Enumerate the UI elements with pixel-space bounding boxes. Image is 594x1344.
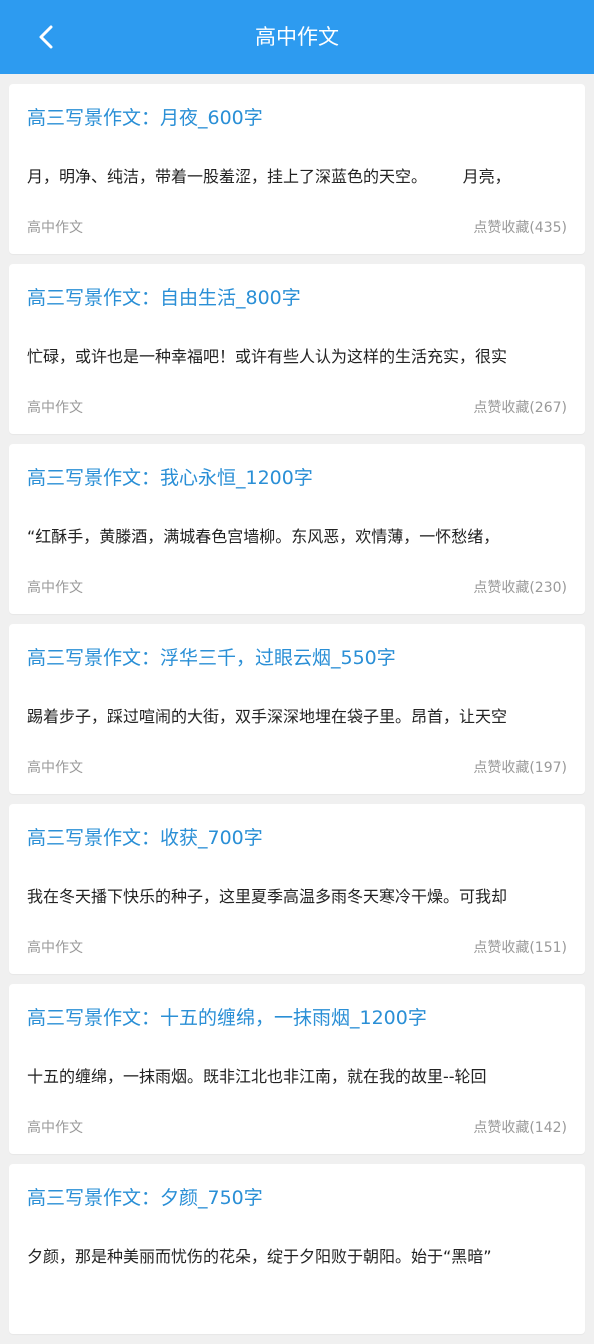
- article-category: 高中作文: [27, 1120, 83, 1136]
- article-card[interactable]: 高三写景作文：浮华三千，过眼云烟_550字 踢着步子，踩过喧闹的大街，双手深深地…: [9, 624, 585, 794]
- article-title[interactable]: 高三写景作文：自由生活_800字: [27, 283, 573, 310]
- article-title[interactable]: 高三写景作文：夕颜_750字: [27, 1183, 573, 1210]
- article-card[interactable]: 高三写景作文：自由生活_800字 忙碌，或许也是一种幸福吧！或许有些人认为这样的…: [9, 264, 585, 434]
- article-like-count: 点赞收藏(151): [473, 940, 567, 956]
- article-excerpt: 夕颜，那是种美丽而忧伤的花朵，绽于夕阳败于朝阳。始于“黑暗”: [27, 1247, 492, 1266]
- back-button[interactable]: [22, 12, 72, 62]
- article-title[interactable]: 高三写景作文：十五的缠绵，一抹雨烟_1200字: [27, 1003, 573, 1030]
- article-category: 高中作文: [27, 220, 83, 236]
- article-like-count: 点赞收藏(230): [473, 580, 567, 596]
- article-title[interactable]: 高三写景作文：浮华三千，过眼云烟_550字: [27, 643, 573, 670]
- article-excerpt: 十五的缠绵，一抹雨烟。既非江北也非江南，就在我的故里--轮回: [27, 1067, 487, 1086]
- chevron-left-icon: [39, 25, 53, 49]
- article-card[interactable]: 高三写景作文：我心永恒_1200字 “红酥手，黄滕酒，满城春色宫墙柳。东风恶，欢…: [9, 444, 585, 614]
- article-like-count: 点赞收藏(267): [473, 400, 567, 416]
- article-excerpt: 月，明净、纯洁，带着一股羞涩，挂上了深蓝色的天空。 月亮，: [27, 167, 511, 186]
- article-like-count: 点赞收藏(197): [473, 760, 567, 776]
- article-card[interactable]: 高三写景作文：夕颜_750字 夕颜，那是种美丽而忧伤的花朵，绽于夕阳败于朝阳。始…: [9, 1164, 585, 1334]
- page-title: 高中作文: [255, 25, 339, 49]
- article-excerpt: 我在冬天播下快乐的种子，这里夏季高温多雨冬天寒冷干燥。可我却: [27, 887, 508, 906]
- article-category: 高中作文: [27, 940, 83, 956]
- article-card[interactable]: 高三写景作文：十五的缠绵，一抹雨烟_1200字 十五的缠绵，一抹雨烟。既非江北也…: [9, 984, 585, 1154]
- article-category: 高中作文: [27, 400, 83, 416]
- article-title[interactable]: 高三写景作文：月夜_600字: [27, 103, 573, 130]
- article-list: 高三写景作文：月夜_600字 月，明净、纯洁，带着一股羞涩，挂上了深蓝色的天空。…: [9, 84, 585, 1344]
- article-card[interactable]: 高三写景作文：收获_700字 我在冬天播下快乐的种子，这里夏季高温多雨冬天寒冷干…: [9, 804, 585, 974]
- article-like-count: 点赞收藏(142): [473, 1120, 567, 1136]
- article-excerpt: 忙碌，或许也是一种幸福吧！或许有些人认为这样的生活充实，很实: [27, 347, 508, 366]
- article-title[interactable]: 高三写景作文：我心永恒_1200字: [27, 463, 573, 490]
- article-category: 高中作文: [27, 580, 83, 596]
- article-like-count: 点赞收藏(435): [473, 220, 567, 236]
- article-category: 高中作文: [27, 760, 83, 776]
- article-excerpt: 踢着步子，踩过喧闹的大街，双手深深地埋在袋子里。昂首，让天空: [27, 707, 508, 726]
- article-excerpt: “红酥手，黄滕酒，满城春色宫墙柳。东风恶，欢情薄，一怀愁绪，: [27, 527, 500, 546]
- app-header: 高中作文: [0, 0, 594, 74]
- article-card[interactable]: 高三写景作文：月夜_600字 月，明净、纯洁，带着一股羞涩，挂上了深蓝色的天空。…: [9, 84, 585, 254]
- article-title[interactable]: 高三写景作文：收获_700字: [27, 823, 573, 850]
